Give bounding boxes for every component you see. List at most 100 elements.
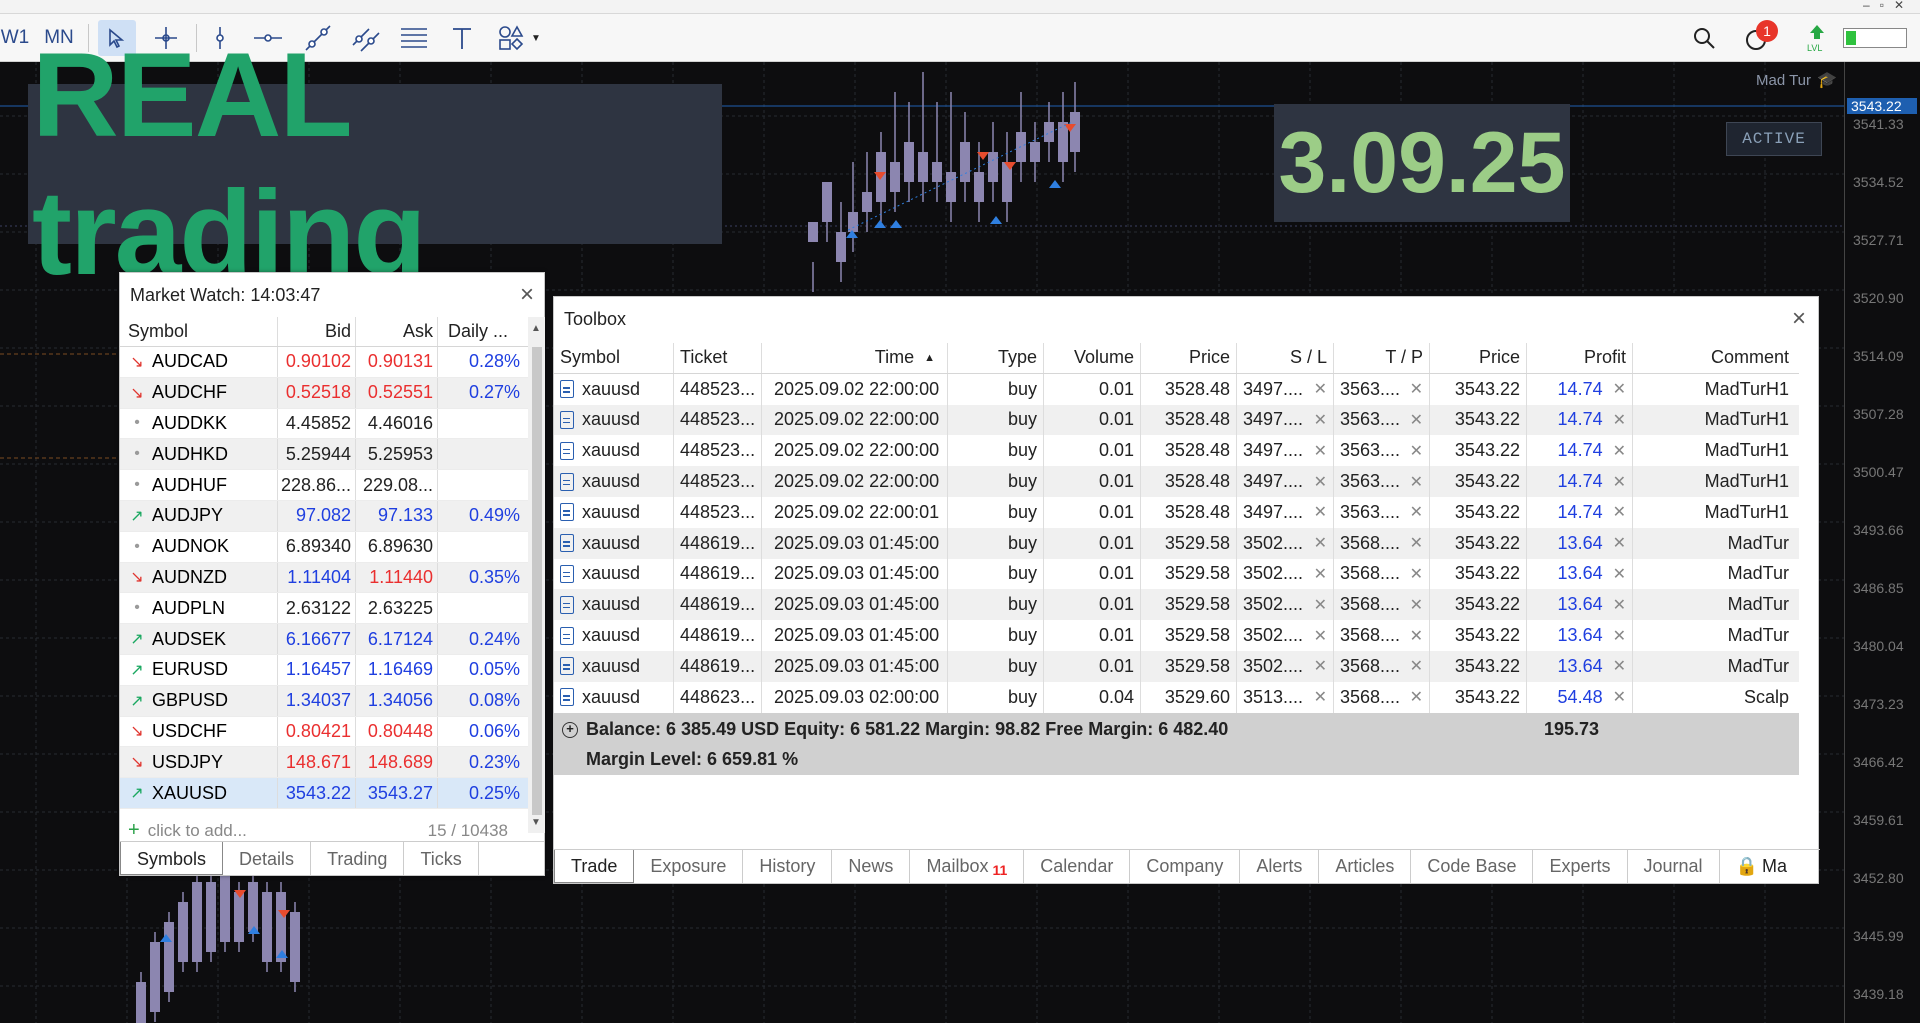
level-icon[interactable]: LVL [1800, 14, 1834, 62]
sl-cell[interactable]: 3497.... ✕ [1237, 404, 1334, 436]
trade-row[interactable]: xauusd 448523... 2025.09.02 22:00:01 buy 0.0… [554, 496, 1799, 528]
sl-cell[interactable]: 3497.... ✕ [1237, 435, 1334, 467]
remove-tp-icon[interactable]: ✕ [1410, 502, 1423, 522]
tp-cell[interactable]: 3563.... ✕ [1334, 496, 1430, 528]
market-watch-row[interactable]: ↗ AUDSEK 6.16677 6.17124 0.24% [120, 624, 528, 655]
remove-sl-icon[interactable]: ✕ [1314, 687, 1327, 707]
close-position-icon[interactable]: ✕ [1613, 379, 1626, 399]
col-bid[interactable]: Bid [278, 317, 356, 346]
tab-symbols[interactable]: Symbols [120, 842, 224, 875]
remove-tp-icon[interactable]: ✕ [1410, 533, 1423, 553]
trade-row[interactable]: xauusd 448619... 2025.09.03 01:45:00 buy 0.0… [554, 650, 1799, 682]
scroll-thumb[interactable] [532, 347, 542, 815]
remove-tp-icon[interactable]: ✕ [1410, 441, 1423, 461]
col-volume[interactable]: Volume [1044, 343, 1141, 373]
market-watch-row[interactable]: ↘ AUDCAD 0.90102 0.90131 0.28% [120, 347, 528, 378]
remove-tp-icon[interactable]: ✕ [1410, 564, 1423, 584]
tp-cell[interactable]: 3563.... ✕ [1334, 404, 1430, 436]
col-tp[interactable]: T / P [1334, 343, 1430, 373]
sl-cell[interactable]: 3502.... ✕ [1237, 558, 1334, 590]
remove-tp-icon[interactable]: ✕ [1410, 472, 1423, 492]
col-symbol[interactable]: Symbol [120, 317, 278, 346]
col-time[interactable]: Time ▲ [762, 343, 948, 373]
col-current-price[interactable]: Price [1430, 343, 1527, 373]
col-symbol[interactable]: Symbol [554, 343, 674, 373]
tab-experts[interactable]: Experts [1533, 850, 1628, 883]
remove-sl-icon[interactable]: ✕ [1314, 595, 1327, 615]
close-position-icon[interactable]: ✕ [1613, 656, 1626, 676]
tp-cell[interactable]: 3563.... ✕ [1334, 466, 1430, 497]
tp-cell[interactable]: 3568.... ✕ [1334, 589, 1430, 621]
tp-cell[interactable]: 3568.... ✕ [1334, 681, 1430, 713]
remove-sl-icon[interactable]: ✕ [1314, 441, 1327, 461]
trade-row[interactable]: xauusd 448523... 2025.09.02 22:00:00 buy 0.0… [554, 404, 1799, 436]
tab-journal[interactable]: Journal [1628, 850, 1720, 883]
col-type[interactable]: Type [948, 343, 1044, 373]
tab-code-base[interactable]: Code Base [1411, 850, 1534, 883]
add-symbol-input[interactable]: click to add... [148, 821, 247, 841]
market-watch-scrollbar[interactable]: ▲ ▼ [528, 317, 545, 833]
remove-tp-icon[interactable]: ✕ [1410, 687, 1423, 707]
remove-sl-icon[interactable]: ✕ [1314, 564, 1327, 584]
tp-cell[interactable]: 3563.... ✕ [1334, 373, 1430, 405]
tp-cell[interactable]: 3568.... ✕ [1334, 620, 1430, 651]
tab-details[interactable]: Details [223, 842, 312, 875]
sl-cell[interactable]: 3502.... ✕ [1237, 589, 1334, 621]
market-watch-row[interactable]: ↗ EURUSD 1.16457 1.16469 0.05% [120, 654, 528, 686]
market-watch-row[interactable]: • AUDPLN 2.63122 2.63225 [120, 593, 528, 625]
tab-exposure[interactable]: Exposure [634, 850, 744, 883]
close-position-icon[interactable]: ✕ [1613, 687, 1626, 707]
close-position-icon[interactable]: ✕ [1613, 595, 1626, 615]
trade-row[interactable]: xauusd 448523... 2025.09.02 22:00:00 buy 0.0… [554, 373, 1799, 405]
sl-cell[interactable]: 3497.... ✕ [1237, 496, 1334, 528]
close-position-icon[interactable]: ✕ [1613, 564, 1626, 584]
close-position-icon[interactable]: ✕ [1613, 410, 1626, 430]
tab-market[interactable]: 🔒 Ma [1720, 850, 1803, 883]
trade-row[interactable]: xauusd 448619... 2025.09.03 01:45:00 buy 0.0… [554, 620, 1799, 651]
tab-trade[interactable]: Trade [554, 850, 635, 883]
close-position-icon[interactable]: ✕ [1613, 441, 1626, 461]
tp-cell[interactable]: 3568.... ✕ [1334, 558, 1430, 590]
market-watch-row[interactable]: • AUDDKK 4.45852 4.46016 [120, 408, 528, 440]
tp-cell[interactable]: 3563.... ✕ [1334, 435, 1430, 467]
market-watch-row[interactable]: ↘ AUDCHF 0.52518 0.52551 0.27% [120, 377, 528, 409]
sl-cell[interactable]: 3502.... ✕ [1237, 527, 1334, 559]
remove-tp-icon[interactable]: ✕ [1410, 626, 1423, 646]
col-daily[interactable]: Daily ... [438, 317, 528, 346]
tab-alerts[interactable]: Alerts [1240, 850, 1320, 883]
remove-sl-icon[interactable]: ✕ [1314, 472, 1327, 492]
tp-cell[interactable]: 3568.... ✕ [1334, 650, 1430, 682]
remove-tp-icon[interactable]: ✕ [1410, 595, 1423, 615]
sl-cell[interactable]: 3497.... ✕ [1237, 373, 1334, 405]
close-icon[interactable]: × [1792, 307, 1806, 331]
col-ticket[interactable]: Ticket [674, 343, 762, 373]
tab-company[interactable]: Company [1130, 850, 1241, 883]
trade-row[interactable]: xauusd 448623... 2025.09.03 02:00:00 buy 0.0… [554, 681, 1799, 713]
tab-calendar[interactable]: Calendar [1024, 850, 1131, 883]
tab-ticks[interactable]: Ticks [404, 842, 479, 875]
trade-row[interactable]: xauusd 448619... 2025.09.03 01:45:00 buy 0.0… [554, 589, 1799, 621]
tab-history[interactable]: History [743, 850, 833, 883]
close-position-icon[interactable]: ✕ [1613, 533, 1626, 553]
timeframe-w1[interactable]: W1 [0, 14, 30, 62]
col-price[interactable]: Price [1141, 343, 1237, 373]
market-watch-row[interactable]: • AUDHKD 5.25944 5.25953 [120, 439, 528, 471]
close-position-icon[interactable]: ✕ [1613, 472, 1626, 492]
market-watch-row[interactable]: ↘ USDCHF 0.80421 0.80448 0.06% [120, 716, 528, 748]
col-comment[interactable]: Comment [1633, 343, 1795, 373]
trade-row[interactable]: xauusd 448523... 2025.09.02 22:00:00 buy 0.0… [554, 466, 1799, 497]
tp-cell[interactable]: 3568.... ✕ [1334, 527, 1430, 559]
search-icon[interactable] [1686, 14, 1722, 62]
market-watch-row[interactable]: ↘ AUDNZD 1.11404 1.11440 0.35% [120, 562, 528, 594]
tab-trading[interactable]: Trading [311, 842, 405, 875]
remove-sl-icon[interactable]: ✕ [1314, 410, 1327, 430]
trade-row[interactable]: xauusd 448619... 2025.09.03 01:45:00 buy 0.0… [554, 527, 1799, 559]
close-position-icon[interactable]: ✕ [1613, 626, 1626, 646]
col-profit[interactable]: Profit [1527, 343, 1633, 373]
tab-news[interactable]: News [832, 850, 911, 883]
remove-tp-icon[interactable]: ✕ [1410, 379, 1423, 399]
close-position-icon[interactable]: ✕ [1613, 502, 1626, 522]
sl-cell[interactable]: 3497.... ✕ [1237, 466, 1334, 497]
remove-sl-icon[interactable]: ✕ [1314, 626, 1327, 646]
remove-tp-icon[interactable]: ✕ [1410, 410, 1423, 430]
